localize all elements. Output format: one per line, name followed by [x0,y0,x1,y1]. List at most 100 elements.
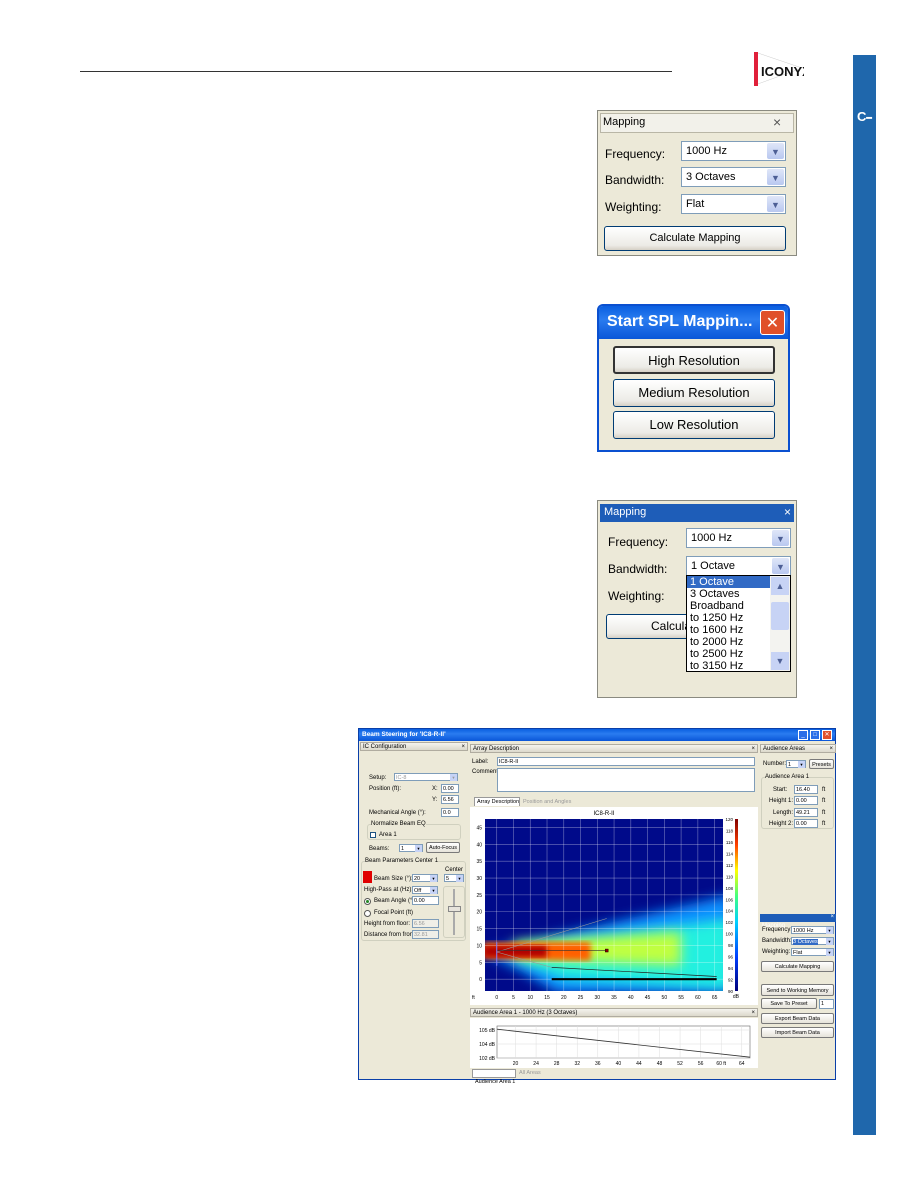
mechanical-angle-label: Mechanical Angle (°): [369,810,426,816]
bandwidth-select[interactable]: 3 Octaves ▼ [681,167,786,187]
frequency-select[interactable]: 1000 Hz ▼ [681,141,786,161]
dropdown-option[interactable]: to 2500 Hz [687,648,771,660]
label-label: Label: [472,759,489,765]
high-resolution-button[interactable]: High Resolution [613,346,775,374]
x-tick-label: 48 [657,1061,663,1067]
area1-label: Area 1 [379,832,397,838]
height-floor-label: Height from floor: [364,921,411,927]
beam-size-select[interactable]: 20 [412,874,438,882]
colorbar [735,819,738,991]
mapping-panel-dropdown: Mapping × Frequency: 1000 Hz ▼ Bandwidth:… [597,500,797,698]
dropdown-option[interactable]: to 1600 Hz [687,624,771,636]
mechanical-angle-input[interactable]: 0.0 [441,808,459,817]
center-slider-handle[interactable] [448,906,461,912]
position-y-input[interactable]: 6.56 [441,795,459,804]
beam-size-value: 20 [414,876,421,882]
scroll-thumb[interactable] [771,602,789,630]
label-input[interactable]: IC8-R-II [497,757,755,766]
dialog-title: Start SPL Mappin... [607,313,753,330]
weighting-select[interactable]: Flat [791,948,834,956]
close-icon[interactable]: × [784,505,791,519]
tab-audience-area-1[interactable]: Audience Area 1 [472,1069,516,1085]
area1-checkbox[interactable] [370,832,376,838]
audience-field-input[interactable]: 49.21 [794,807,818,817]
y-tick-label: 40 [476,842,482,848]
number-select[interactable]: 1 [786,760,806,768]
audience-field-input[interactable]: 16.40 [794,785,818,794]
array-description-header: Array Description × [470,744,758,753]
comments-textarea[interactable] [497,768,755,792]
bandwidth-select[interactable]: 1 Octave ▼ [686,556,791,576]
presets-button[interactable]: Presets [809,759,834,769]
focal-point-radio[interactable] [364,910,371,917]
dropdown-option[interactable]: to 1250 Hz [687,612,771,624]
calculate-mapping-button[interactable]: Calculate Mapping [761,961,834,972]
setup-select: IC-8 [394,773,458,781]
window-title: Beam Steering for 'IC8-R-II' [362,731,446,738]
weighting-select[interactable]: Flat ▼ [681,194,786,214]
x-label: X: [432,786,438,792]
maximize-button[interactable]: □ [810,730,820,740]
heatmap-field [485,819,723,991]
send-to-working-memory-button[interactable]: Send to Working Memory [761,984,834,996]
bandwidth-dropdown-list[interactable]: 1 Octave 3 Octaves Broadband to 1250 Hz to 1… [686,575,791,672]
center-slider-track[interactable] [453,889,455,935]
calculate-mapping-button[interactable]: Calculate Mapping [604,226,786,251]
medium-resolution-button[interactable]: Medium Resolution [613,379,775,407]
frequency-select[interactable]: 1000 Hz [791,926,834,934]
dropdown-scrollbar[interactable]: ▲ ▼ [770,576,790,671]
high-pass-select[interactable]: Off [412,886,438,894]
scroll-down-icon[interactable]: ▼ [771,652,789,670]
setup-label: Setup: [369,775,387,781]
close-icon[interactable]: × [829,745,833,753]
tab-all-areas[interactable]: All Areas [519,1070,541,1076]
minimize-button[interactable]: _ [798,730,808,740]
tab-position-and-angles[interactable]: Position and Angles [523,799,571,805]
panel-title: Mapping [604,506,647,518]
setup-value: IC-8 [396,775,407,781]
center-select[interactable]: 5 [444,874,464,882]
field-label: Start: [773,787,788,793]
panel-title: IC Configuration [363,744,407,750]
x-tick-label: 20 [513,1061,519,1067]
tab-array-description[interactable]: Array Description [474,797,520,806]
save-to-preset-button[interactable]: Save To Preset [761,998,817,1009]
y-tick-label: 15 [476,927,482,933]
dropdown-option[interactable]: to 2000 Hz [687,636,771,648]
y-tick-label: 5 [479,960,482,966]
close-button[interactable]: ✕ [822,730,832,740]
close-icon[interactable]: × [751,1009,755,1017]
close-button[interactable]: ✕ [760,310,785,335]
y-tick-label: 104 dB [479,1042,496,1048]
x-tick-label: 52 [677,1061,683,1067]
auto-focus-button[interactable]: Auto-Focus [426,842,460,853]
x-tick-label: 5 [512,995,515,1001]
low-resolution-button[interactable]: Low Resolution [613,411,775,439]
bandwidth-select[interactable]: 3 Octaves [791,937,834,945]
preset-spinner[interactable]: 1 [819,999,834,1009]
dropdown-option[interactable]: Broadband [687,600,771,612]
dropdown-option[interactable]: 3 Octaves [687,588,771,600]
position-x-input[interactable]: 0.00 [441,784,459,793]
scroll-up-icon[interactable]: ▲ [771,577,789,595]
import-beam-data-button[interactable]: Import Beam Data [761,1027,834,1038]
beam-angle-input[interactable]: 0.00 [412,896,439,905]
beams-select[interactable]: 1 [399,844,423,852]
svg-text:ICONYX: ICONYX [761,64,804,79]
close-icon[interactable]: × [830,914,834,920]
frequency-select[interactable]: 1000 Hz ▼ [686,528,791,548]
dropdown-option[interactable]: to 3150 Hz [687,660,771,672]
audience-field-input[interactable]: 0.00 [794,796,818,806]
export-beam-data-button[interactable]: Export Beam Data [761,1013,834,1024]
beam-angle-radio[interactable] [364,898,371,905]
close-icon[interactable]: × [773,114,781,130]
dropdown-option[interactable]: 1 Octave [687,576,771,588]
close-icon[interactable]: × [461,743,465,751]
beams-label: Beams: [369,846,390,852]
close-icon[interactable]: × [751,745,755,753]
beam-angle-label: Beam Angle (°): [374,898,417,904]
frequency-label: Frequency: [608,535,669,549]
x-tick-label: 64 [739,1061,745,1067]
audience-field-input[interactable]: 0.00 [794,818,818,828]
beam-color-swatch[interactable] [363,871,372,883]
